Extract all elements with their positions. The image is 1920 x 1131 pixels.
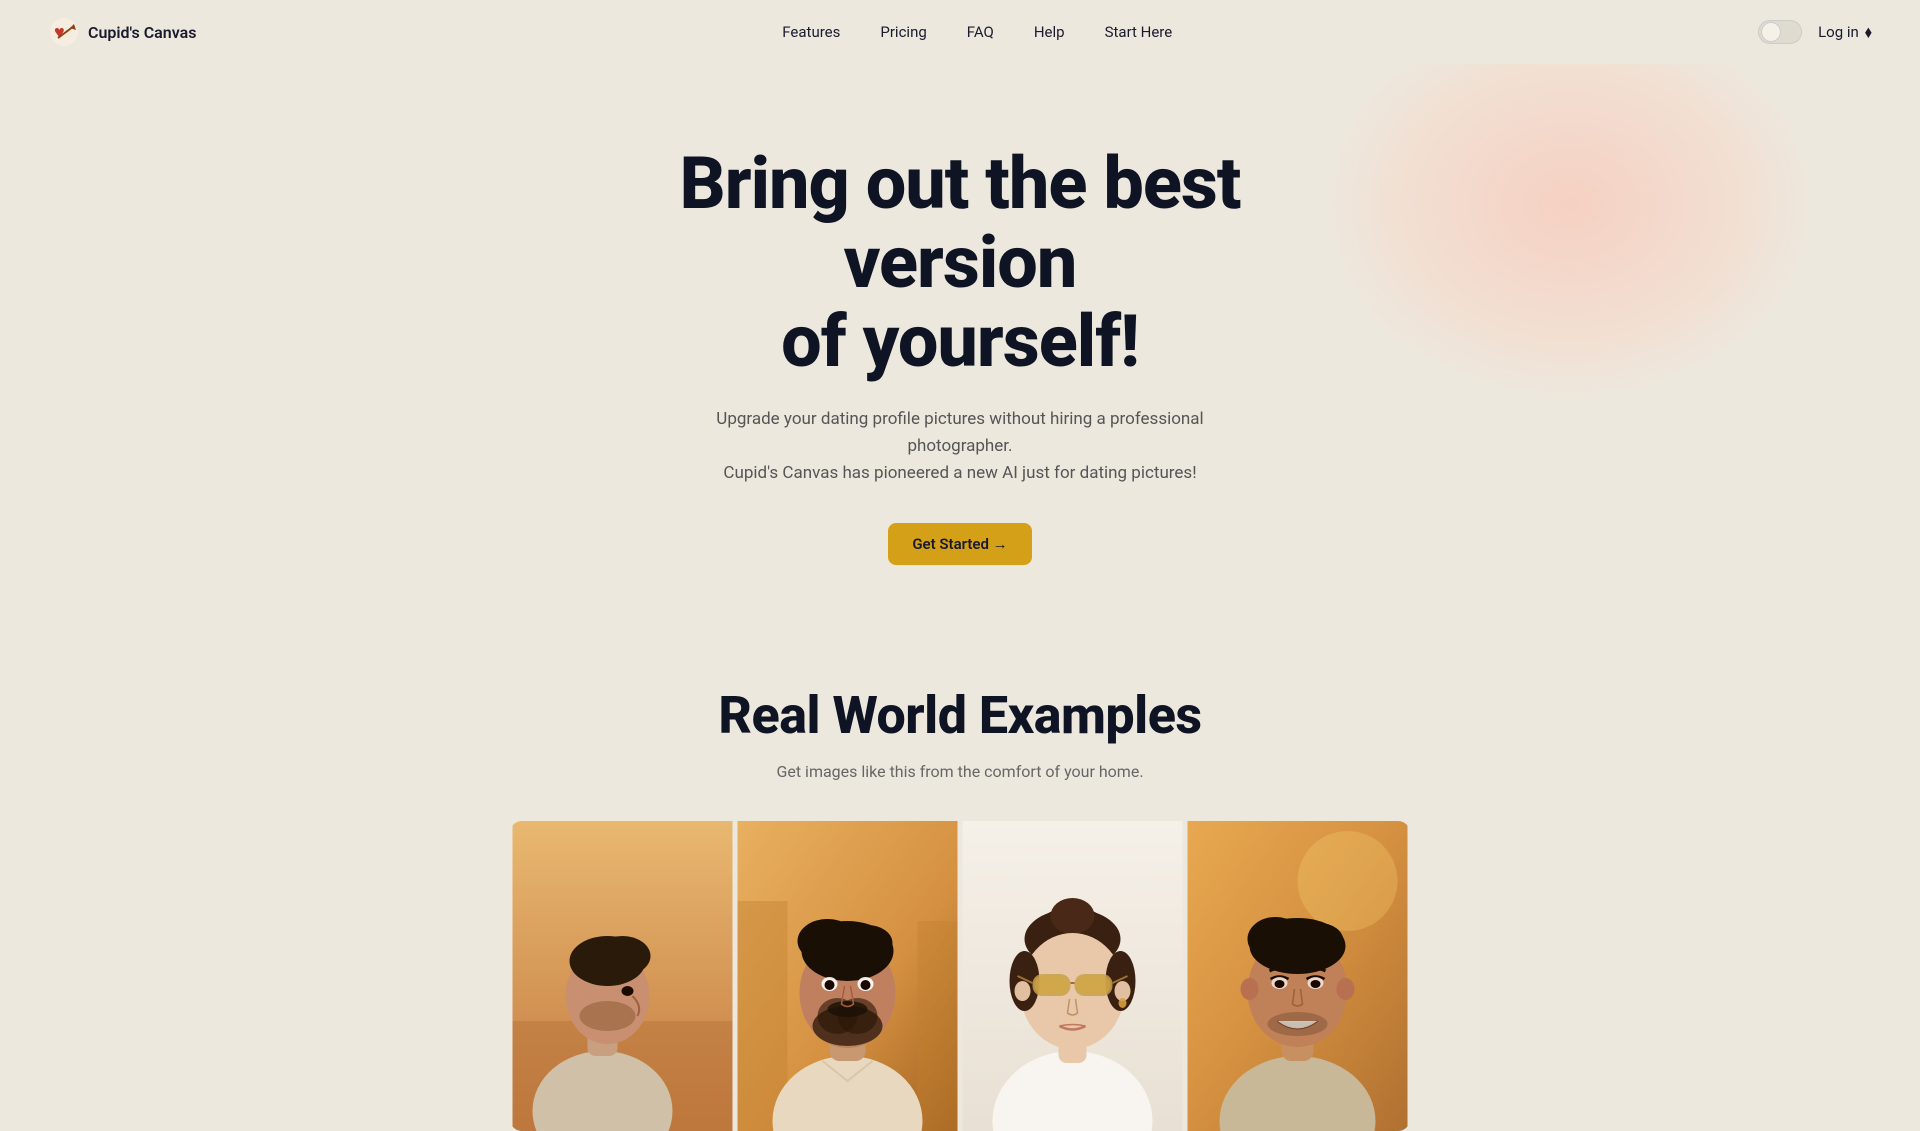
example-card-3 (960, 821, 1185, 1131)
nav-pricing[interactable]: Pricing (880, 23, 926, 41)
hero-title-line2: of yourself! (781, 299, 1139, 384)
hero-title: Bring out the best version of yourself! (610, 144, 1310, 382)
example-card-4 (1185, 821, 1410, 1131)
examples-grid (510, 821, 1410, 1131)
login-button[interactable]: Log in ⬧ (1818, 22, 1872, 42)
nav-help[interactable]: Help (1034, 23, 1065, 41)
nav-features[interactable]: Features (782, 23, 840, 41)
navbar: ♥ Cupid's Canvas Features Pricing FAQ He… (0, 0, 1920, 64)
brand-icon: ♥ (48, 16, 80, 48)
photo-1 (510, 821, 735, 1131)
nav-start-here[interactable]: Start Here (1105, 23, 1173, 41)
brand-name: Cupid's Canvas (88, 23, 196, 42)
hero-subtitle-line1: Upgrade your dating profile pictures wit… (716, 409, 1203, 456)
theme-toggle-circle (1761, 22, 1781, 42)
svg-text:♥: ♥ (54, 22, 65, 43)
photo-2 (735, 821, 960, 1131)
login-label: Log in (1818, 23, 1859, 41)
hero-subtitle: Upgrade your dating profile pictures wit… (700, 406, 1220, 488)
photo-3 (960, 821, 1185, 1131)
navbar-right: Log in ⬧ (1758, 20, 1872, 44)
get-started-button[interactable]: Get Started → (888, 523, 1031, 565)
example-card-1 (510, 821, 735, 1131)
login-icon: ⬧ (1865, 22, 1872, 42)
nav-links: Features Pricing FAQ Help Start Here (782, 23, 1172, 41)
photo-4 (1185, 821, 1410, 1131)
examples-subtitle: Get images like this from the comfort of… (20, 762, 1900, 781)
hero-subtitle-line2: Cupid's Canvas has pioneered a new AI ju… (723, 463, 1196, 483)
nav-faq[interactable]: FAQ (967, 23, 994, 41)
hero-title-line1: Bring out the best version (680, 141, 1241, 305)
examples-section: Real World Examples Get images like this… (0, 625, 1920, 1131)
hero-section: Bring out the best version of yourself! … (0, 64, 1920, 625)
example-card-2 (735, 821, 960, 1131)
theme-toggle[interactable] (1758, 20, 1802, 44)
brand-logo-area[interactable]: ♥ Cupid's Canvas (48, 16, 196, 48)
examples-title: Real World Examples (20, 685, 1900, 746)
